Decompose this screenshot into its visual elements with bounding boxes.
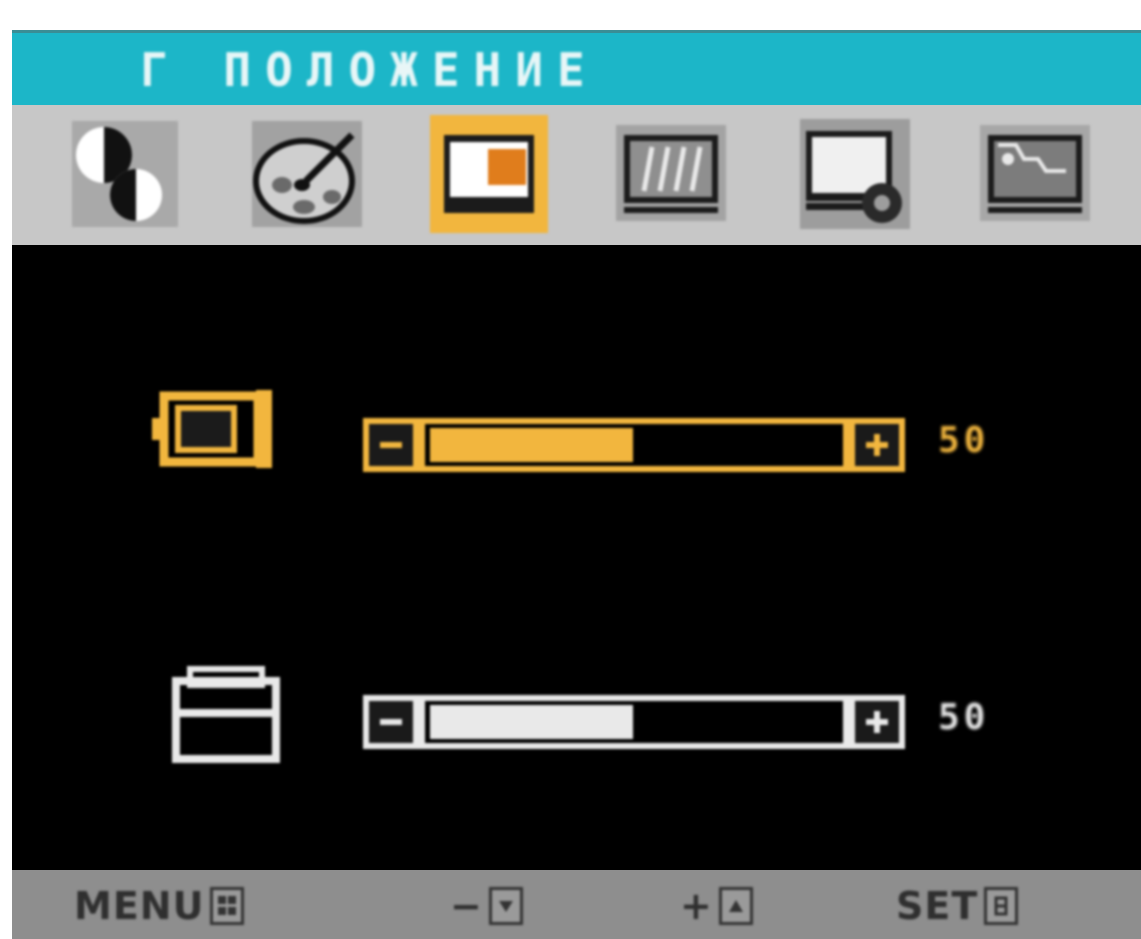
plus-key-label: + (680, 884, 713, 928)
tab-picture[interactable] (66, 115, 184, 233)
tab-setup[interactable] (796, 115, 914, 233)
content-area: 50 50 (12, 245, 1141, 870)
set-key-label: SET (896, 884, 979, 928)
plus-key[interactable]: + (680, 884, 753, 928)
menu-tab-bar (12, 105, 1141, 245)
menu-key-icon (210, 887, 245, 925)
slider-fill (430, 705, 633, 739)
minus-sign (380, 442, 402, 448)
tab-tracking[interactable] (612, 115, 730, 233)
menu-title: Г ПОЛОЖЕНИЕ (140, 43, 599, 97)
minus-sign (380, 719, 402, 725)
color-palette-icon (252, 121, 362, 227)
up-arrow-icon (718, 887, 753, 925)
horizontal-position-slider[interactable] (362, 415, 922, 475)
setup-icon (800, 119, 910, 229)
slider-fill (430, 428, 633, 462)
vertical-position-icon (172, 666, 280, 763)
minus-key-label: − (450, 884, 483, 928)
horizontal-position-value: 50 (938, 420, 990, 461)
vertical-position-slider[interactable] (362, 692, 922, 752)
set-key[interactable]: SET (896, 884, 1019, 928)
tab-flatron-function[interactable] (976, 115, 1094, 233)
menu-key[interactable]: MENU (74, 884, 245, 928)
plus-sign-v (874, 711, 880, 733)
position-icon (430, 115, 548, 233)
down-arrow-icon (488, 887, 523, 925)
title-bar: Г ПОЛОЖЕНИЕ (12, 30, 1141, 105)
set-key-icon (984, 887, 1019, 925)
plus-sign-v (874, 434, 880, 456)
tracking-icon (616, 125, 726, 221)
footer-bar: MENU − + SET (12, 870, 1141, 939)
vertical-position-value: 50 (938, 697, 990, 738)
brightness-contrast-icon (72, 121, 178, 227)
osd-menu: Г ПОЛОЖЕНИЕ 50 50 MENU − + SET (12, 30, 1141, 939)
menu-key-label: MENU (74, 884, 205, 928)
horizontal-position-icon (152, 390, 272, 468)
tab-position[interactable] (430, 115, 548, 233)
tab-color[interactable] (248, 115, 366, 233)
flatron-function-icon (980, 125, 1090, 221)
minus-key[interactable]: − (450, 884, 523, 928)
